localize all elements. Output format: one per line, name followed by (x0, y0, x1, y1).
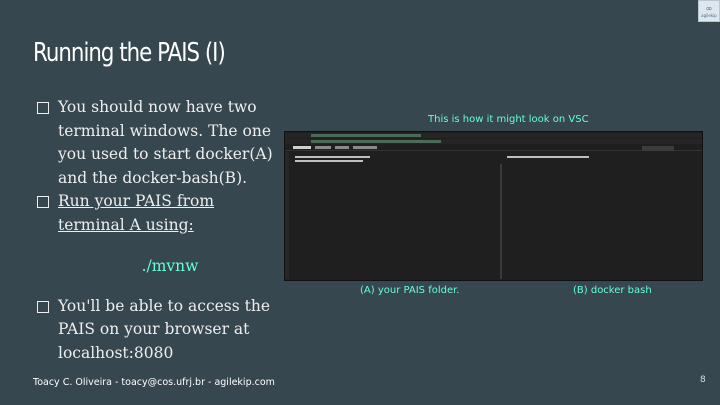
tab-output (335, 146, 349, 149)
slide-title: Running the PAIS (I) (33, 38, 226, 68)
editor-line (285, 139, 702, 144)
bullet-text-underlined: Run your PAIS from terminal A using: (58, 192, 215, 234)
bullet-text: You should now have two terminal windows… (58, 98, 273, 187)
page-number: 8 (700, 375, 706, 385)
terminal-line (295, 160, 363, 162)
bullet-item: You'll be able to access the PAIS on you… (37, 295, 273, 366)
terminal-line (295, 156, 370, 158)
checkbox-bullet-icon (37, 300, 49, 313)
checkbox-bullet-icon (37, 196, 49, 208)
editor-line (285, 133, 702, 138)
terminal-a-label: (A) your PAIS folder. (360, 285, 460, 296)
logo-text: agilekip (701, 12, 717, 18)
vsc-terminal-screenshot (284, 131, 703, 281)
terminal-dropdown (642, 146, 674, 151)
bullet-item: You should now have two terminal windows… (37, 96, 273, 190)
infinity-icon: ∞ (705, 3, 713, 13)
tab-debug-console (353, 146, 377, 149)
code-snippet (311, 134, 421, 137)
terminal-gutter (285, 152, 289, 279)
checkbox-bullet-icon (37, 102, 49, 114)
terminal-line (507, 156, 589, 158)
terminal-split-divider (500, 164, 502, 279)
screenshot-caption: This is how it might look on VSC (428, 114, 589, 125)
tab-terminal (293, 146, 311, 149)
footer-text: Toacy C. Oliveira - toacy@cos.ufrj.br - … (33, 377, 275, 388)
tab-problems (315, 146, 331, 149)
agilekip-logo: ∞ agilekip (698, 0, 720, 22)
bullet-list: You should now have two terminal windows… (37, 96, 273, 365)
terminal-b-label: (B) docker bash (573, 285, 652, 296)
bullet-item: Run your PAIS from terminal A using: (37, 190, 273, 237)
terminal-panel-tabs (285, 145, 702, 151)
command-text: ./mvnw (141, 257, 199, 275)
bullet-text: You'll be able to access the PAIS on you… (58, 296, 271, 362)
code-snippet (311, 140, 441, 143)
